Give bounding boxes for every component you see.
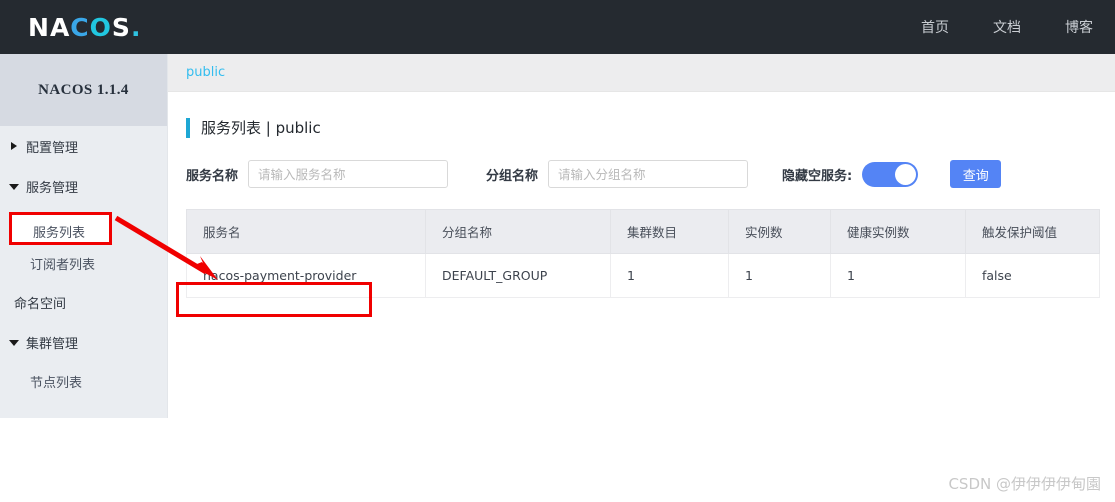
column-header-service-name[interactable]: 服务名 (186, 209, 426, 254)
sidebar-item-label: 集群管理 (26, 336, 79, 352)
csdn-watermark: CSDN @伊伊伊伊甸園 (948, 475, 1101, 493)
sidebar-item-namespace[interactable]: 命名空间 (0, 282, 167, 322)
nav-blog[interactable]: 博客 (1065, 17, 1093, 37)
sidebar-item-label: 订阅者列表 (30, 257, 96, 273)
cell-healthy-instance-count: 1 (830, 253, 966, 298)
sidebar-item-service-list[interactable]: 服务列表 (0, 206, 167, 244)
sidebar-item-subscriber-list[interactable]: 订阅者列表 (0, 244, 167, 282)
logo-letter-n: N (28, 12, 50, 42)
service-table-wrapper: 服务名 分组名称 集群数目 实例数 健康实例数 触发保护阈值 nacos-pay… (186, 209, 1100, 298)
column-header-healthy-instance-count[interactable]: 健康实例数 (830, 209, 966, 254)
cell-group-name: DEFAULT_GROUP (425, 253, 611, 298)
service-table: 服务名 分组名称 集群数目 实例数 健康实例数 触发保护阈值 nacos-pay… (186, 209, 1100, 298)
sidebar-item-label: 服务列表 (30, 219, 83, 235)
namespace-tab-bar: public (168, 54, 1115, 92)
logo-letter-s: S (111, 12, 131, 42)
nav-home[interactable]: 首页 (921, 17, 949, 37)
filter-form: 服务名称 分组名称 隐藏空服务: 查询 (186, 160, 1115, 188)
hide-empty-service-toggle[interactable] (862, 161, 919, 187)
logo-letter-c: C (70, 12, 90, 42)
toggle-knob (895, 163, 917, 185)
sidebar-item-label: 服务管理 (26, 180, 79, 196)
sidebar: NACOS 1.1.4 配置管理 服务管理 服务列表 订阅者列表 命名空间 集群… (0, 54, 168, 418)
sidebar-item-node-list[interactable]: 节点列表 (0, 362, 167, 400)
sidebar-item-cluster-management[interactable]: 集群管理 (0, 322, 167, 362)
cell-cluster-count: 1 (610, 253, 729, 298)
nacos-logo[interactable]: NACOS. (28, 13, 141, 42)
table-header-row: 服务名 分组名称 集群数目 实例数 健康实例数 触发保护阈值 (186, 209, 1100, 254)
sidebar-item-label: 节点列表 (30, 375, 83, 391)
hide-empty-service-label: 隐藏空服务: (782, 168, 853, 184)
chevron-down-icon (8, 180, 20, 192)
column-header-group-name[interactable]: 分组名称 (425, 209, 611, 254)
main-content: public 服务列表 | public 服务名称 分组名称 隐藏空服务: 查询 (168, 54, 1115, 502)
logo-letter-o: O (89, 12, 112, 42)
cell-service-name[interactable]: nacos-payment-provider (186, 253, 426, 298)
sidebar-version-title: NACOS 1.1.4 (0, 54, 167, 126)
sidebar-item-label: 命名空间 (14, 296, 67, 312)
chevron-right-icon (8, 140, 20, 152)
column-header-protect-threshold[interactable]: 触发保护阈值 (965, 209, 1100, 254)
sidebar-item-label: 配置管理 (26, 140, 79, 156)
group-name-label: 分组名称 (486, 168, 539, 184)
query-button[interactable]: 查询 (950, 160, 1002, 188)
top-navigation-bar: NACOS. 首页 文档 博客 (0, 0, 1115, 54)
column-header-cluster-count[interactable]: 集群数目 (610, 209, 729, 254)
service-name-input[interactable] (248, 160, 449, 188)
namespace-tab-public[interactable]: public (186, 65, 225, 80)
logo-letter-a: A (49, 12, 71, 42)
chevron-down-icon (8, 336, 20, 348)
sidebar-item-config-management[interactable]: 配置管理 (0, 126, 167, 166)
page-title-row: 服务列表 | public (186, 117, 1115, 138)
nav-docs[interactable]: 文档 (993, 17, 1021, 37)
page-title: 服务列表 | public (201, 119, 321, 137)
group-name-input[interactable] (548, 160, 749, 188)
sidebar-item-service-management[interactable]: 服务管理 (0, 166, 167, 206)
title-accent-bar (186, 117, 190, 138)
cell-instance-count: 1 (728, 253, 831, 298)
nacos-console-page: NACOS. 首页 文档 博客 NACOS 1.1.4 配置管理 服务管理 服务… (0, 0, 1115, 502)
service-name-label: 服务名称 (186, 168, 239, 184)
logo-dot: . (130, 12, 142, 42)
column-header-instance-count[interactable]: 实例数 (728, 209, 831, 254)
cell-protect-threshold: false (965, 253, 1100, 298)
top-nav-links: 首页 文档 博客 (921, 17, 1115, 37)
table-row[interactable]: nacos-payment-provider DEFAULT_GROUP 1 1… (186, 253, 1100, 298)
